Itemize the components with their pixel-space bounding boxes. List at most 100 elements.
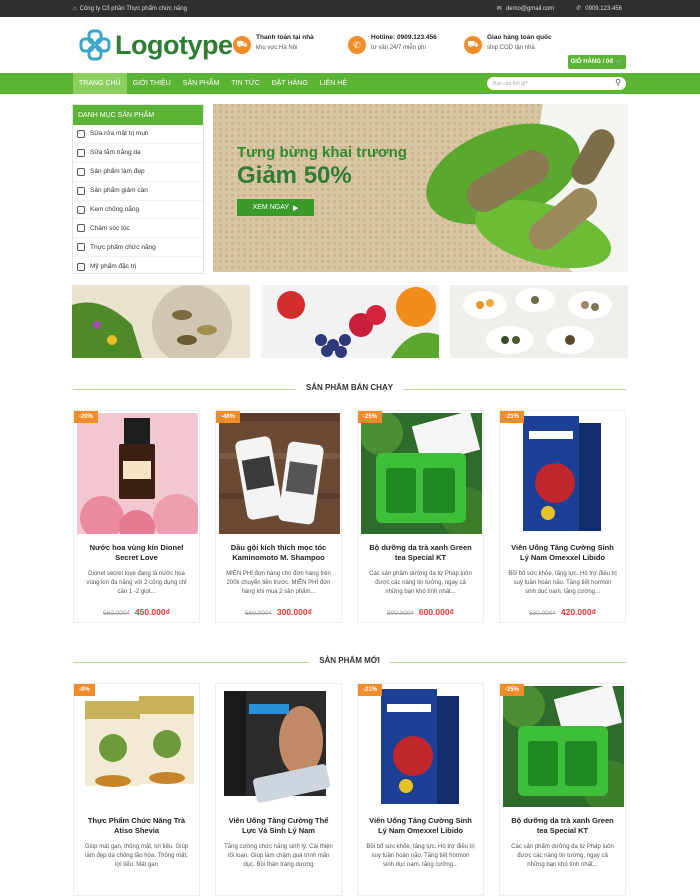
product-name[interactable]: Bộ dưỡng da trà xanh Green tea Special K…: [506, 816, 619, 836]
promo-tile-supplements[interactable]: [450, 285, 628, 358]
product-image[interactable]: [219, 686, 340, 807]
product-image[interactable]: [503, 686, 624, 807]
site-header: Logotype ⛟ Thanh toán tại nhà khu vực Hà …: [0, 17, 700, 73]
jar-icon: [77, 262, 85, 271]
sidebar-item-sunscreen[interactable]: Kem chống nắng: [73, 201, 203, 220]
truck-icon: ⛟: [233, 36, 251, 54]
product-card[interactable]: -21% Viên Uống Tăng Cường Sinh Lý Nam Om…: [499, 410, 626, 623]
section-title-new: SẢN PHẨM MỚI: [73, 656, 626, 668]
sidebar-item-hair-care[interactable]: Chăm sóc tóc: [73, 219, 203, 239]
header-info-hotline: ✆ Hotline: 0909.123.456 tư vấn 24/7 miễn …: [348, 34, 437, 54]
nav-item-products[interactable]: SẢN PHẨM: [177, 73, 226, 94]
cart-button[interactable]: GIỎ HÀNG / 0đ 🛒: [568, 55, 626, 69]
product-price: 530.000₫ 420.000₫: [500, 607, 625, 617]
cart-icon: 🛒: [615, 59, 624, 66]
discount-badge: -21%: [500, 411, 525, 423]
truck-icon: ⛟: [464, 36, 482, 54]
search-icon[interactable]: ⚲: [615, 78, 621, 87]
product-description: Các sản phẩm dưỡng da từ Pháp luôn được …: [369, 571, 472, 595]
phone-link[interactable]: ✆ 0909.123.456: [576, 5, 622, 13]
logo[interactable]: Logotype: [79, 29, 233, 61]
discount-badge: -46%: [216, 411, 241, 423]
product-card[interactable]: -46% Dầu gội kích thích mọc tóc Kaminomo…: [215, 410, 342, 623]
header-info-shipping: ⛟ Giao hàng toàn quốc ship COD tận nhà: [464, 34, 552, 54]
discount-badge: -21%: [358, 684, 383, 696]
sidebar-title: DANH MỤC SẢN PHẨM: [73, 105, 203, 125]
new-price: 300.000₫: [276, 607, 312, 617]
nav-item-home[interactable]: TRANG CHỦ: [73, 73, 127, 94]
product-name[interactable]: Thực Phẩm Chức Năng Trà Atiso Shevia: [80, 816, 193, 836]
banner-line1: Tưng bừng khai trương: [237, 144, 407, 161]
phone-icon: ✆: [348, 36, 366, 54]
product-card[interactable]: -20% Nước hoa vùng kín Dionel Secret Lov…: [73, 410, 200, 623]
scale-icon: [77, 186, 85, 195]
discount-badge: -25%: [500, 684, 525, 696]
nav-item-contact[interactable]: LIÊN HỆ: [314, 73, 353, 94]
promo-tile-herbs[interactable]: [72, 285, 250, 358]
bottle-icon: [77, 129, 85, 138]
cosmetic-icon: [77, 167, 85, 176]
product-card[interactable]: -8% Thực Phẩm Chức Năng Trà Atiso Shevia…: [73, 683, 200, 896]
product-name[interactable]: Viên Uống Tăng Cường Thể Lực Và Sinh Lý …: [222, 816, 335, 836]
sidebar-item-body-wash[interactable]: Sữa tắm trắng da: [73, 144, 203, 163]
sidebar-item-special-cosmetics[interactable]: Mỹ phẩm đặc trị: [73, 257, 203, 276]
product-card[interactable]: -25% Bộ dưỡng da trà xanh Green tea Spec…: [357, 410, 484, 623]
product-card[interactable]: -25% Bộ dưỡng da trà xanh Green tea Spec…: [499, 683, 626, 896]
banner-cta-button[interactable]: XEM NGAY ▶: [237, 199, 314, 216]
email-link[interactable]: ✉ demo@gmail.com: [496, 5, 554, 13]
product-description: Bồi bổ sức khỏe, tăng lực. Hỗ trợ điều t…: [508, 571, 617, 595]
product-name[interactable]: Viên Uống Tăng Cường Sinh Lý Nam Omexxel…: [364, 816, 477, 836]
product-price: 560.000₫ 300.000₫: [216, 607, 341, 617]
product-name[interactable]: Viên Uống Tăng Cường Sinh Lý Nam Omexxel…: [506, 543, 619, 563]
discount-badge: -20%: [74, 411, 99, 423]
product-name[interactable]: Dầu gội kích thích mọc tóc Kaminomoto M.…: [222, 543, 335, 563]
old-price: 560.000₫: [103, 610, 130, 617]
product-price: 800.000₫ 600.000₫: [358, 607, 483, 617]
product-description: Tăng cường chức năng sinh lý. Cải thiện …: [224, 844, 333, 868]
mail-icon: ✉: [496, 6, 502, 12]
product-description: Các sản phẩm dưỡng da từ Pháp luôn được …: [511, 844, 614, 868]
promo-tile-fruits[interactable]: [261, 285, 439, 358]
search-input[interactable]: Bạn cần tìm gì? ⚲: [487, 77, 626, 90]
old-price: 560.000₫: [245, 610, 272, 617]
product-description: MIỄN PHÍ đơn hàng cho đơn hàng trên 200k…: [226, 571, 331, 595]
discount-badge: -8%: [74, 684, 95, 696]
hero-banner[interactable]: Tưng bừng khai trương Giảm 50% XEM NGAY ▶: [213, 104, 628, 272]
nav-item-about[interactable]: GIỚI THIỆU: [127, 73, 177, 94]
product-name[interactable]: Bộ dưỡng da trà xanh Green tea Special K…: [364, 543, 477, 563]
tube-icon: [77, 205, 85, 214]
product-description: Giúp mát gan, thông mật, lợi tiểu. Giúp …: [84, 844, 189, 868]
sidebar-item-beauty[interactable]: Sản phẩm làm đẹp: [73, 163, 203, 182]
sidebar-item-weight-loss[interactable]: Sản phẩm giảm cân: [73, 182, 203, 201]
top-bar: ⌂ Công ty Cổ phần Thực phẩm chức năng ✉ de…: [0, 0, 700, 17]
old-price: 800.000₫: [387, 610, 414, 617]
sidebar-item-supplements[interactable]: Thực phẩm chức năng: [73, 238, 203, 258]
product-image[interactable]: [77, 686, 198, 807]
product-image[interactable]: [219, 413, 340, 534]
company-name: Công ty Cổ phần Thực phẩm chức năng: [79, 5, 187, 12]
product-description: Bồi bổ sức khỏe, tăng lực. Hỗ trợ điều t…: [366, 844, 475, 868]
product-card[interactable]: -21% Viên Uống Tăng Cường Sinh Lý Nam Om…: [357, 683, 484, 896]
discount-badge: -25%: [358, 411, 383, 423]
logo-text: Logotype: [115, 29, 233, 60]
supplements-image: [450, 285, 628, 358]
logo-mark-icon: [79, 29, 111, 61]
product-card[interactable]: Viên Uống Tăng Cường Thể Lực Và Sinh Lý …: [215, 683, 342, 896]
product-name[interactable]: Nước hoa vùng kín Dionel Secret Love: [80, 543, 193, 563]
product-image[interactable]: [77, 413, 198, 534]
main-nav: TRANG CHỦ GIỚI THIỆU SẢN PHẨM TIN TỨC ĐẶ…: [0, 73, 700, 94]
section-title-bestseller: SẢN PHẨM BÁN CHẠY: [73, 383, 626, 395]
banner-line2: Giảm 50%: [237, 162, 352, 189]
phone-icon: ✆: [576, 6, 582, 12]
nav-item-order[interactable]: ĐẶT HÀNG: [266, 73, 314, 94]
product-image[interactable]: [361, 413, 482, 534]
play-icon: ▶: [293, 204, 299, 212]
nav-item-news[interactable]: TIN TỨC: [225, 73, 265, 94]
new-price: 420.000₫: [560, 607, 596, 617]
product-image[interactable]: [361, 686, 482, 807]
product-image[interactable]: [503, 413, 624, 534]
soap-icon: [77, 148, 85, 157]
new-price: 600.000₫: [418, 607, 454, 617]
sidebar-item-acne-cleanser[interactable]: Sữa rửa mặt trị mụn: [73, 125, 203, 144]
pill-icon: [77, 243, 85, 252]
